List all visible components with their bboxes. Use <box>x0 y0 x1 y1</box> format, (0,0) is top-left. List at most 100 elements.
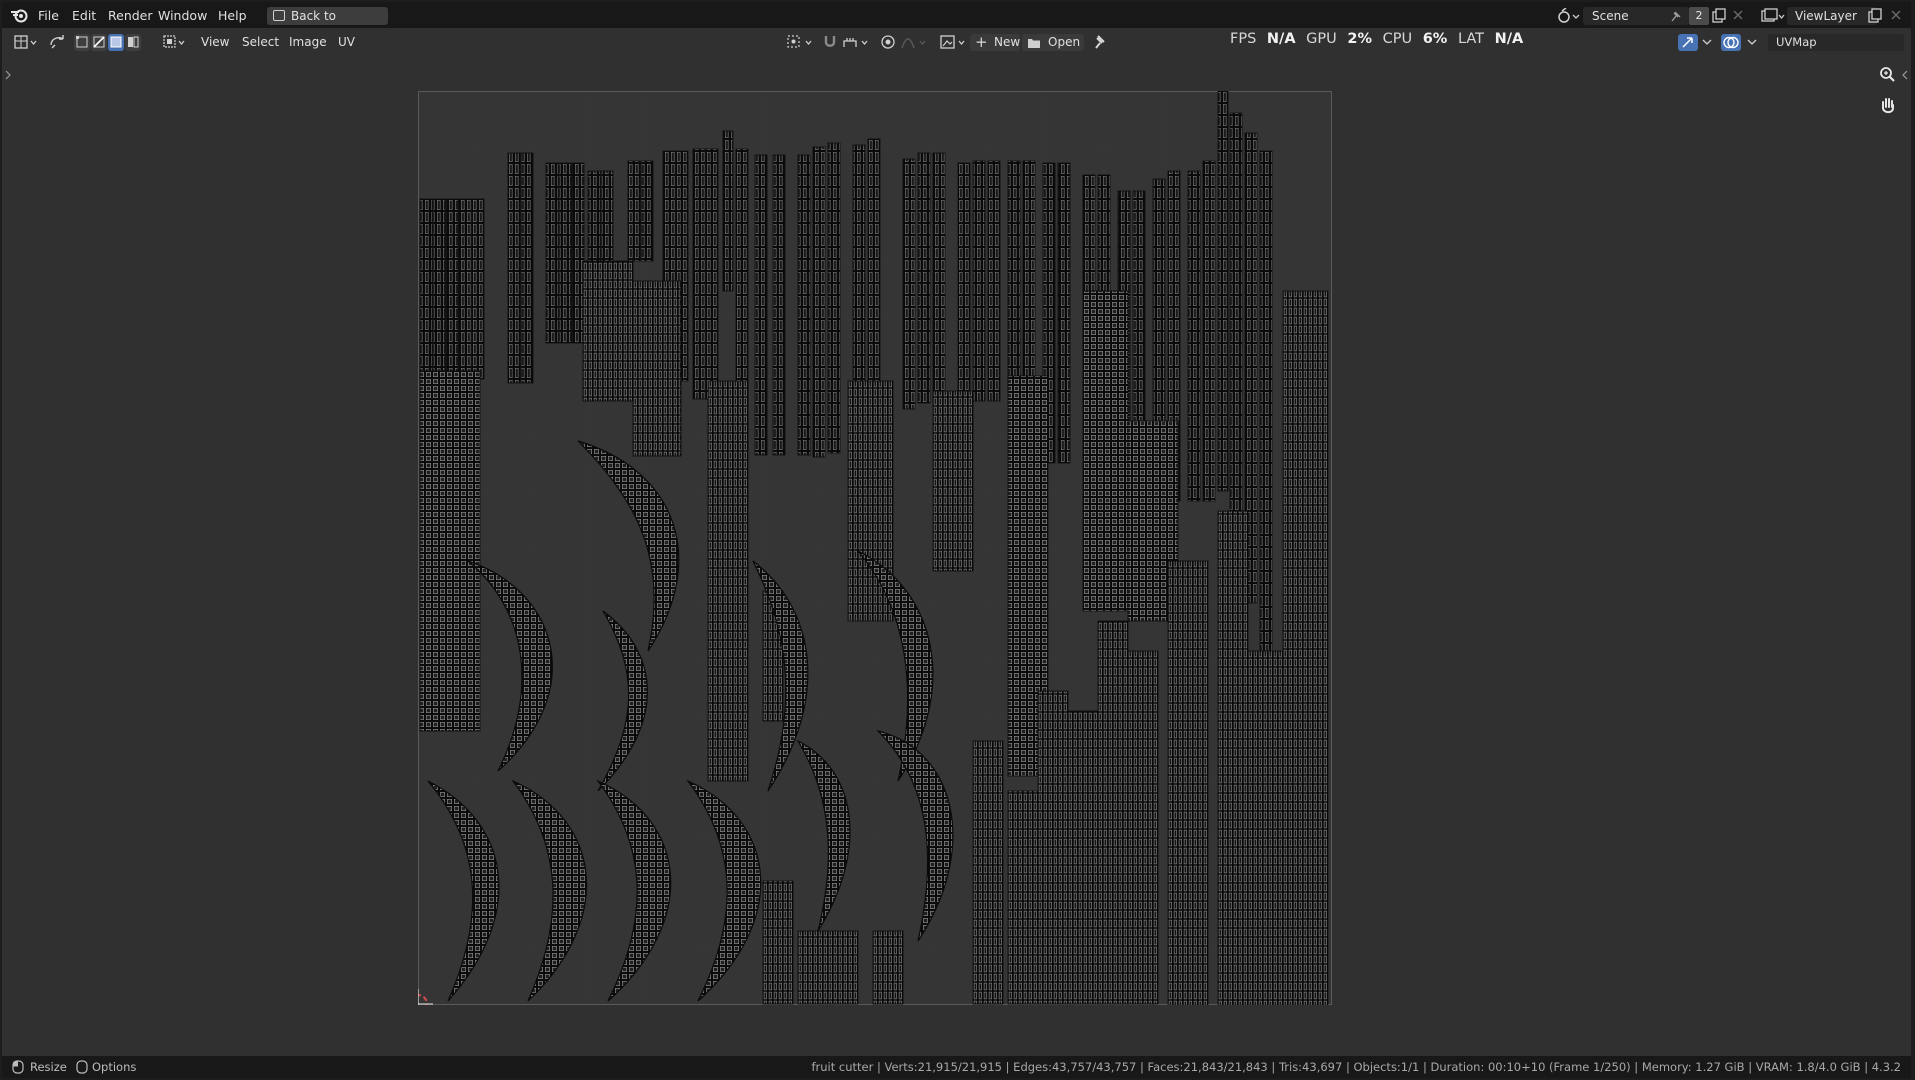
new-view-layer-icon[interactable] <box>1867 8 1883 24</box>
overlay-dropdown-icon[interactable] <box>1747 38 1757 46</box>
menu-view[interactable]: View <box>201 34 229 51</box>
delete-view-layer-icon[interactable] <box>1890 9 1902 21</box>
uv-island <box>1022 160 1036 392</box>
uv-island <box>1057 162 1071 464</box>
fps-value: N/A <box>1266 31 1296 47</box>
uv-island <box>1167 560 1209 1005</box>
proportional-editing-icon[interactable] <box>880 34 896 50</box>
uv-island <box>471 198 485 380</box>
uv-editor-header: View Select Image UV + New Open FPS N/A … <box>2 28 1911 56</box>
falloff-curve-icon[interactable] <box>900 34 930 50</box>
uv-island <box>932 152 946 404</box>
zoom-view-button[interactable] <box>1876 63 1900 87</box>
uv-sync-selection-icon[interactable] <box>48 33 66 51</box>
uv-island <box>692 148 706 400</box>
uv-island <box>1007 160 1021 392</box>
uv-island <box>972 160 986 402</box>
gizmo-dropdown-icon[interactable] <box>1702 38 1712 46</box>
gizmo-icon <box>1682 37 1693 48</box>
gizmo-toggle-button[interactable] <box>1678 34 1698 51</box>
view-layer-name: ViewLayer <box>1795 9 1857 23</box>
vertex-select-mode-button[interactable] <box>74 34 90 51</box>
top-bar: File Edit Render Window Help Back to Pre… <box>2 2 1911 41</box>
gpu-label: GPU <box>1306 31 1337 47</box>
view-layer-field[interactable]: ViewLayer <box>1787 7 1877 25</box>
island-select-mode-button[interactable] <box>125 34 141 51</box>
menu-window[interactable]: Window <box>158 7 207 24</box>
blender-logo-icon[interactable] <box>10 6 30 24</box>
uv-island <box>632 280 682 457</box>
delete-scene-icon[interactable] <box>1732 9 1744 21</box>
overlay-toggle-button[interactable] <box>1721 34 1741 51</box>
menu-edit[interactable]: Edit <box>72 7 96 24</box>
uv-island <box>1187 170 1201 502</box>
status-bar: Resize Options fruit cutter | Verts:21,9… <box>2 1056 1911 1078</box>
scene-statistics: fruit cutter | Verts:21,915/21,915 | Edg… <box>811 1060 1901 1074</box>
uv-island <box>1217 510 1249 1005</box>
uv-island <box>932 390 974 572</box>
lat-label: LAT <box>1457 31 1484 47</box>
snap-toggle-icon[interactable] <box>822 34 838 50</box>
uv-layout-canvas[interactable] <box>418 91 1332 1005</box>
scene-name-field[interactable]: Scene <box>1583 7 1689 25</box>
uv-island <box>1247 650 1284 1005</box>
back-to-previous-button[interactable]: Back to Previous <box>267 7 388 41</box>
uv-island <box>1037 690 1069 1005</box>
uv-island <box>705 148 719 400</box>
uv-island <box>1282 290 1329 1005</box>
sticky-selection-icon[interactable] <box>162 34 188 50</box>
cpu-value: 6% <box>1422 31 1448 47</box>
uv-editor-viewport[interactable] <box>2 56 1911 1056</box>
uv-island <box>545 162 559 344</box>
menu-render[interactable]: Render <box>108 7 153 24</box>
mouse-left-icon <box>12 1060 24 1074</box>
open-image-label: Open <box>1048 35 1081 49</box>
uv-island <box>972 740 1004 1005</box>
uv-island <box>1067 710 1099 1005</box>
edge-mode-icon <box>93 36 105 48</box>
uv-island <box>902 158 916 410</box>
uv-island <box>1202 160 1216 502</box>
uv-island <box>627 160 641 262</box>
uv-island <box>520 152 534 384</box>
sidebar-expand-icon[interactable] <box>1901 70 1909 80</box>
uv-island <box>558 162 572 344</box>
pivot-point-icon[interactable] <box>786 34 816 50</box>
uv-island <box>432 198 446 380</box>
overlay-icon <box>1723 36 1739 49</box>
uv-island <box>987 160 1001 402</box>
uv-island <box>917 152 931 404</box>
status-options-hint: Options <box>92 1060 137 1074</box>
toolbar-expand-icon[interactable] <box>4 70 12 80</box>
image-browse-icon[interactable] <box>940 34 968 50</box>
menu-select[interactable]: Select <box>242 34 279 51</box>
plus-icon: + <box>975 33 988 51</box>
scene-selector-icon[interactable] <box>1557 8 1581 24</box>
view-layer-icon[interactable] <box>1760 8 1786 24</box>
face-select-mode-button[interactable] <box>108 34 124 51</box>
new-scene-icon[interactable] <box>1711 8 1727 24</box>
folder-icon <box>1028 39 1040 48</box>
island-mode-icon <box>128 36 139 48</box>
pin-icon[interactable] <box>1669 10 1683 22</box>
editor-type-icon[interactable] <box>14 34 40 50</box>
pan-view-button[interactable] <box>1876 94 1900 118</box>
lat-value: N/A <box>1494 31 1524 47</box>
menu-uv[interactable]: UV <box>338 34 355 51</box>
menu-help[interactable]: Help <box>218 7 247 24</box>
menu-file[interactable]: File <box>38 7 59 24</box>
menu-image[interactable]: Image <box>289 34 327 51</box>
uv-island <box>797 154 811 456</box>
uv-island <box>707 380 749 782</box>
window-icon <box>273 10 285 21</box>
snap-target-icon[interactable] <box>842 34 872 50</box>
uv-map-selector[interactable]: UVMap <box>1768 34 1904 51</box>
edge-select-mode-button[interactable] <box>91 34 107 51</box>
new-image-button[interactable]: + New <box>970 33 1020 51</box>
hand-icon <box>1882 98 1894 114</box>
open-image-button[interactable]: Open <box>1022 34 1084 51</box>
scene-name: Scene <box>1592 9 1629 23</box>
fps-label: FPS <box>1230 31 1257 47</box>
pin-image-icon[interactable] <box>1092 33 1108 51</box>
uv-island <box>872 930 904 1005</box>
